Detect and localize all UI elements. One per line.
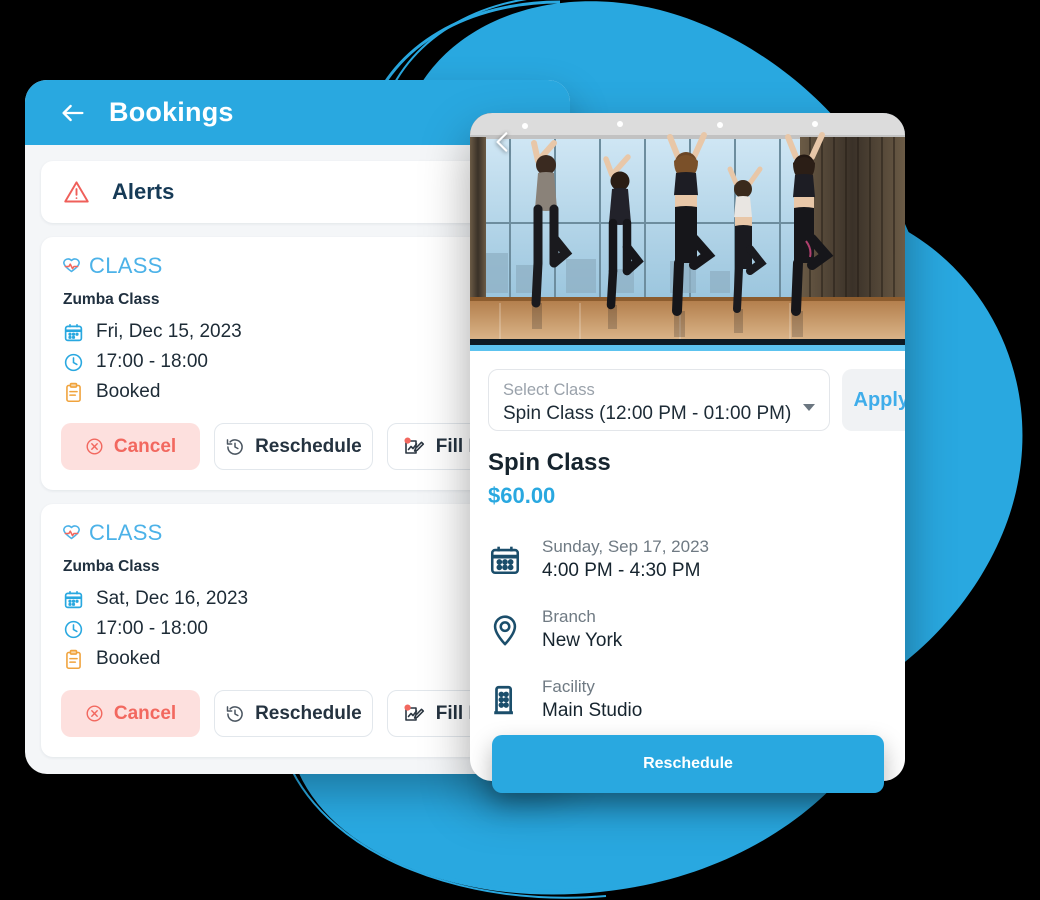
reschedule-button[interactable]: Reschedule: [214, 690, 373, 737]
reschedule-cta-label: Reschedule: [643, 755, 733, 772]
class-name: Zumba Class: [63, 558, 160, 575]
booking-time-row: 17:00 - 18:00: [63, 616, 534, 642]
reschedule-button-label: Reschedule: [255, 435, 362, 457]
class-picker-row: Select Class Spin Class (12:00 PM - 01:0…: [470, 351, 905, 431]
class-detail-title: Spin Class: [488, 449, 611, 476]
cancel-button[interactable]: Cancel: [61, 423, 201, 470]
hero-image: [470, 113, 905, 345]
booking-time-row: 17:00 - 18:00: [63, 349, 534, 375]
class-name: Zumba Class: [63, 291, 160, 308]
booking-date-row: Sat, Dec 16, 2023: [63, 586, 534, 612]
booking-actions: Cancel Reschedule Fill: [61, 690, 534, 737]
booking-date: Sat, Dec 16, 2023: [96, 588, 249, 609]
alerts-label: Alerts: [112, 179, 175, 204]
clock-icon: [64, 353, 83, 371]
class-tag-label: CLASS: [89, 520, 163, 545]
form-pen-icon: [404, 704, 424, 721]
arrow-left-icon[interactable]: [59, 99, 87, 127]
detail-row-branch: Branch New York: [488, 595, 887, 665]
cancel-button-label: Cancel: [113, 702, 177, 724]
booking-time: 17:00 - 18:00: [96, 618, 208, 639]
class-detail-list: Sunday, Sep 17, 2023 4:00 PM - 4:30 PM B…: [470, 525, 905, 735]
calendar-icon: [488, 543, 522, 577]
clipboard-icon: [66, 649, 81, 669]
cancel-circle-icon: [86, 438, 103, 455]
select-class-placeholder: Select Class: [503, 381, 595, 399]
detail-row-datetime: Sunday, Sep 17, 2023 4:00 PM - 4:30 PM: [488, 525, 887, 595]
booking-actions: Cancel Reschedule Fill: [61, 423, 534, 470]
reschedule-button[interactable]: Reschedule: [214, 423, 373, 470]
class-detail-panel: Select Class Spin Class (12:00 PM - 01:0…: [470, 113, 905, 793]
cancel-button-label: Cancel: [113, 435, 177, 457]
select-class-dropdown[interactable]: Select Class Spin Class (12:00 PM - 01:0…: [488, 369, 831, 431]
detail-branch-label: Branch: [542, 607, 596, 626]
reschedule-button-label: Reschedule: [255, 702, 362, 724]
class-tag: CLASS: [61, 520, 534, 546]
reschedule-cta-button[interactable]: Reschedule: [492, 735, 884, 793]
detail-branch-value: New York: [542, 630, 623, 651]
select-class-value: Spin Class (12:00 PM - 01:00 PM): [503, 403, 792, 424]
detail-date: Sunday, Sep 17, 2023: [542, 537, 709, 556]
booking-date-row: Fri, Dec 15, 2023: [63, 319, 534, 345]
chevron-down-icon[interactable]: [803, 404, 816, 411]
booking-date: Fri, Dec 15, 2023: [96, 321, 242, 342]
class-tag: CLASS: [61, 253, 534, 279]
heart-pulse-icon: [63, 257, 80, 272]
class-tag-label: CLASS: [89, 253, 163, 278]
chevron-left-icon[interactable]: [490, 129, 516, 155]
apply-button[interactable]: Apply: [842, 369, 905, 431]
booking-status-row: Booked: [63, 646, 534, 672]
clock-icon: [64, 620, 83, 638]
booking-time: 17:00 - 18:00: [96, 351, 208, 372]
booking-status: Booked: [96, 648, 161, 669]
location-pin-icon: [488, 613, 522, 647]
booking-status-row: Booked: [63, 379, 534, 405]
warning-triangle-icon: [64, 180, 89, 202]
history-icon: [226, 705, 243, 722]
detail-time: 4:00 PM - 4:30 PM: [542, 560, 701, 581]
building-icon: [488, 683, 522, 717]
cancel-circle-icon: [86, 705, 103, 722]
booking-status: Booked: [96, 381, 161, 402]
apply-button-label: Apply: [853, 388, 905, 411]
detail-row-facility: Facility Main Studio: [488, 665, 887, 735]
form-pen-icon: [404, 437, 424, 454]
calendar-icon: [64, 590, 83, 608]
class-price: $60.00: [488, 483, 556, 508]
cancel-button[interactable]: Cancel: [61, 690, 201, 737]
history-icon: [226, 438, 243, 455]
heart-pulse-icon: [63, 524, 80, 539]
calendar-icon: [64, 323, 83, 341]
clipboard-icon: [66, 382, 81, 402]
detail-facility-value: Main Studio: [542, 700, 643, 721]
detail-facility-label: Facility: [542, 677, 595, 696]
group-fitness-class-photo: [470, 113, 905, 339]
page-title: Bookings: [109, 97, 234, 127]
